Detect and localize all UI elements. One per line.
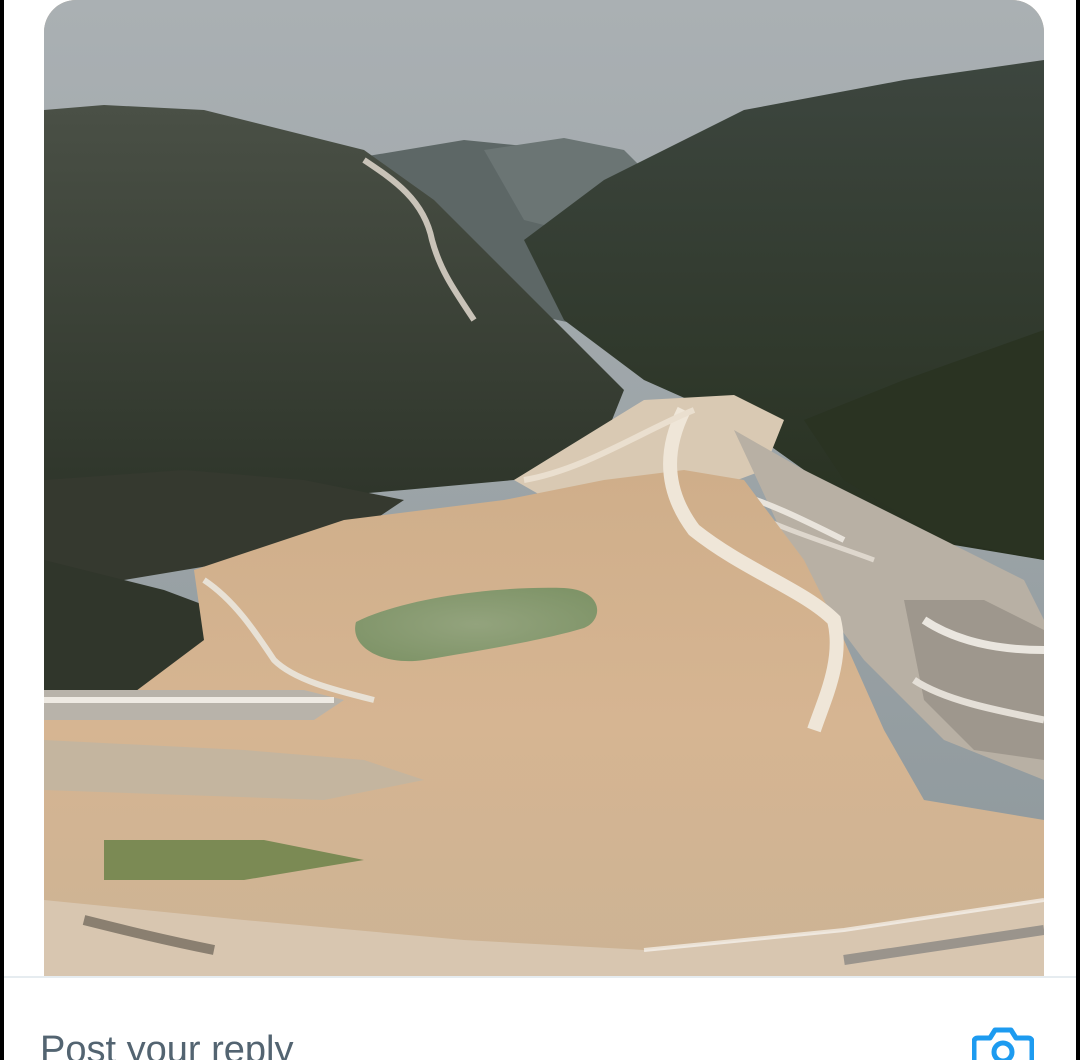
dry-reservoir-photo-icon <box>44 0 1044 976</box>
reply-input[interactable]: Post your reply <box>40 1028 293 1060</box>
reply-composer: Post your reply <box>4 978 1076 1060</box>
camera-button[interactable] <box>972 1024 1034 1060</box>
tweet-panel: Post your reply <box>4 0 1076 1060</box>
tweet-media-photo[interactable] <box>44 0 1044 976</box>
camera-icon <box>972 1027 1034 1060</box>
screen: Post your reply <box>0 0 1080 1060</box>
